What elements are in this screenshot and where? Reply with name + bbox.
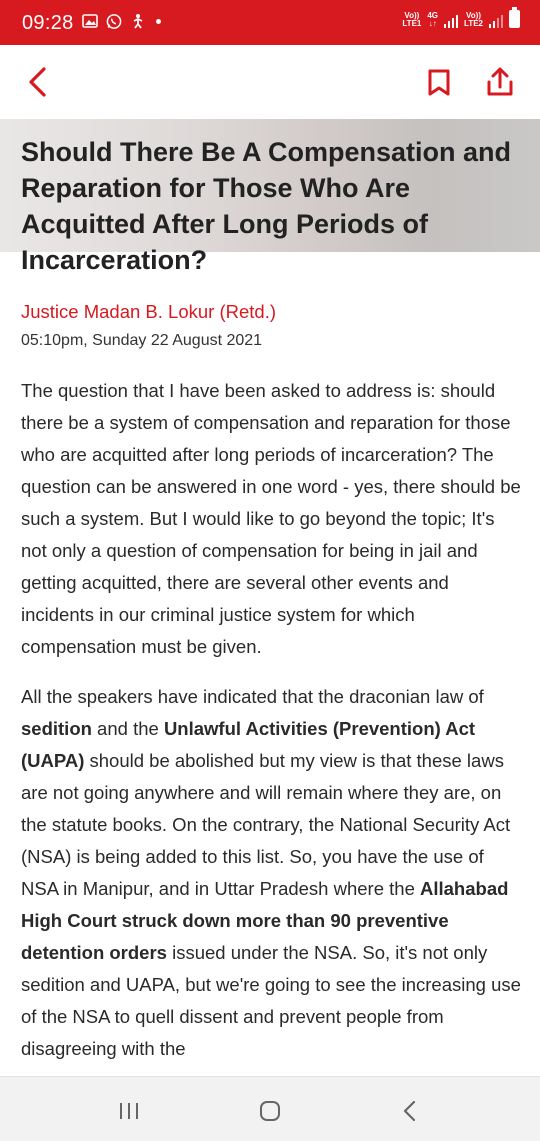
gallery-icon [82,13,98,29]
network-type-label: 4G ↓↑ [427,11,439,28]
status-bar: 09:28 Vo)) LTE1 4G ↓↑ Vo)) LTE2 [0,0,540,45]
article-title: Should There Be A Compensation and Repar… [21,137,512,275]
status-right-icons: Vo)) LTE1 4G ↓↑ Vo)) LTE2 [402,7,520,28]
recent-apps-button[interactable] [117,1102,141,1120]
back-button[interactable] [22,65,56,99]
article-paragraph-2: All the speakers have indicated that the… [21,681,521,1065]
share-button[interactable] [483,65,517,99]
article-body: The question that I have been asked to a… [21,375,521,1083]
signal-icon-2 [489,14,503,28]
sim2-volte-label: Vo)) LTE2 [464,11,483,28]
highlight-sedition: sedition [21,718,92,739]
status-left-icons [82,13,161,29]
paragraph-text: should be abolished but my view is that … [21,750,511,899]
home-button[interactable] [259,1100,281,1122]
bookmark-button[interactable] [424,67,454,99]
article-paragraph-1: The question that I have been asked to a… [21,380,521,657]
back-icon [403,1100,416,1122]
article-date: 05:10pm, Sunday 22 August 2021 [21,332,263,349]
paragraph-text: All the speakers have indicated that the… [21,686,484,707]
recent-apps-icon [120,1103,138,1119]
app-bar [0,45,540,119]
notification-dot [156,18,161,24]
system-back-button[interactable] [400,1100,420,1122]
share-icon [487,67,513,96]
whatsapp-icon [106,13,122,29]
accessibility-icon [130,13,146,29]
signal-icon-1 [444,14,459,28]
sim1-volte-label: Vo)) LTE1 [402,11,422,28]
system-nav-bar [0,1076,540,1141]
status-time: 09:28 [22,12,74,34]
home-icon [260,1101,280,1121]
article-author[interactable]: Justice Madan B. Lokur (Retd.) [21,301,276,323]
chevron-left-icon [29,67,46,97]
paragraph-text: and the [91,718,164,739]
bookmark-icon [428,69,450,96]
battery-icon [509,7,520,28]
